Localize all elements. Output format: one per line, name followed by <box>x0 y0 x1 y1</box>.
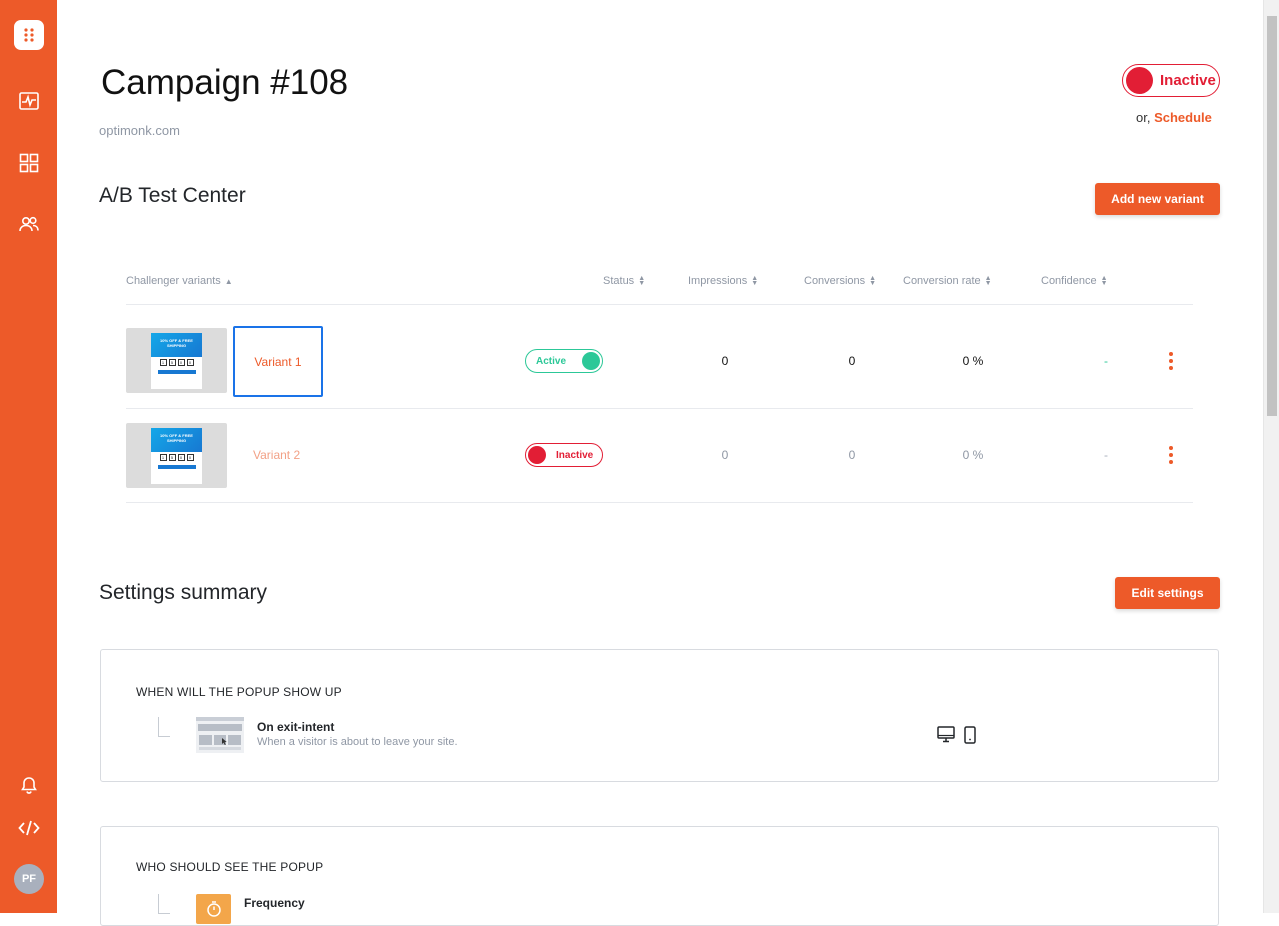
divider <box>126 408 1193 409</box>
schedule-link[interactable]: Schedule <box>1154 110 1212 125</box>
variant-thumbnail[interactable]: 10% OFF & FREE SHIPPING 1500 <box>126 328 227 393</box>
who-panel: WHO SHOULD SEE THE POPUP Frequency <box>100 826 1219 926</box>
sort-icon: ▲ ▼ <box>638 275 646 287</box>
popup-preview: 10% OFF & FREE SHIPPING 1500 <box>151 428 202 484</box>
notifications-icon[interactable] <box>14 770 44 800</box>
variant-status-toggle[interactable]: Active <box>525 349 603 373</box>
variant-thumbnail[interactable]: 10% OFF & FREE SHIPPING 1500 <box>126 423 227 488</box>
analytics-icon[interactable] <box>14 86 44 116</box>
subscribers-icon[interactable] <box>14 209 44 239</box>
variant-name-link[interactable]: Variant 1 <box>233 326 323 397</box>
toggle-knob <box>582 352 600 370</box>
mobile-icon <box>964 726 976 749</box>
popup-preview: 10% OFF & FREE SHIPPING 1500 <box>151 333 202 389</box>
divider <box>126 304 1193 305</box>
settings-summary-title: Settings summary <box>99 581 268 604</box>
column-header-conversion-rate[interactable]: Conversion rate ▲ ▼ <box>903 275 992 287</box>
page-title: Campaign #108 <box>101 63 349 102</box>
conversions-value: 0 <box>848 448 856 462</box>
confidence-value: - <box>1104 354 1108 368</box>
toggle-knob <box>1126 67 1153 94</box>
sort-icon: ▲ ▼ <box>984 275 992 287</box>
avatar[interactable]: PF <box>14 864 44 894</box>
code-icon[interactable] <box>14 813 44 843</box>
column-header-status[interactable]: Status ▲ ▼ <box>603 275 645 287</box>
desktop-icon <box>937 726 955 748</box>
campaign-status-toggle[interactable]: Inactive <box>1122 64 1220 97</box>
variant-name-link[interactable]: Variant 2 <box>253 448 300 462</box>
tree-connector <box>158 894 170 914</box>
variant-menu-icon[interactable] <box>1166 446 1176 464</box>
column-header-challenger-variants[interactable]: Challenger variants ▲ <box>126 275 233 287</box>
trigger-name: On exit-intent <box>257 720 335 734</box>
variant-menu-icon[interactable] <box>1166 352 1176 370</box>
sidebar: PF <box>0 0 57 913</box>
toggle-knob <box>528 446 546 464</box>
edit-settings-button[interactable]: Edit settings <box>1115 577 1220 609</box>
campaign-domain: optimonk.com <box>99 123 180 138</box>
conversion-rate-value: 0 % <box>962 448 984 462</box>
variant-status-toggle[interactable]: Inactive <box>525 443 603 467</box>
column-header-confidence[interactable]: Confidence ▲ ▼ <box>1041 275 1108 287</box>
dashboard-icon[interactable] <box>14 148 44 178</box>
sort-asc-icon: ▲ <box>224 276 233 286</box>
schedule-prefix: or, <box>1136 110 1151 125</box>
exit-intent-illustration <box>196 717 244 753</box>
tree-connector <box>158 717 170 737</box>
confidence-value: - <box>1104 448 1108 462</box>
divider <box>126 502 1193 503</box>
column-header-impressions[interactable]: Impressions ▲ ▼ <box>688 275 758 287</box>
when-panel: WHEN WILL THE POPUP SHOW UP On exit-inte… <box>100 649 1219 782</box>
page-scrollbar[interactable] <box>1263 0 1279 913</box>
sort-icon: ▲ ▼ <box>1100 275 1108 287</box>
schedule-row: or, Schedule <box>1136 110 1212 125</box>
scrollbar-thumb[interactable] <box>1267 16 1277 416</box>
impressions-value: 0 <box>721 448 729 462</box>
when-panel-title: WHEN WILL THE POPUP SHOW UP <box>136 685 342 699</box>
add-new-variant-button[interactable]: Add new variant <box>1095 183 1220 215</box>
frequency-icon <box>196 894 231 924</box>
campaign-status-label: Inactive <box>1160 72 1216 89</box>
ab-test-title: A/B Test Center <box>99 184 246 207</box>
conversion-rate-value: 0 % <box>962 354 984 368</box>
conversions-value: 0 <box>848 354 856 368</box>
optimonk-logo-icon[interactable] <box>14 20 44 50</box>
trigger-description: When a visitor is about to leave your si… <box>257 736 458 748</box>
sort-icon: ▲ ▼ <box>869 275 877 287</box>
column-header-conversions[interactable]: Conversions ▲ ▼ <box>804 275 876 287</box>
impressions-value: 0 <box>721 354 729 368</box>
frequency-label: Frequency <box>244 896 305 910</box>
who-panel-title: WHO SHOULD SEE THE POPUP <box>136 860 324 874</box>
sort-icon: ▲ ▼ <box>751 275 759 287</box>
